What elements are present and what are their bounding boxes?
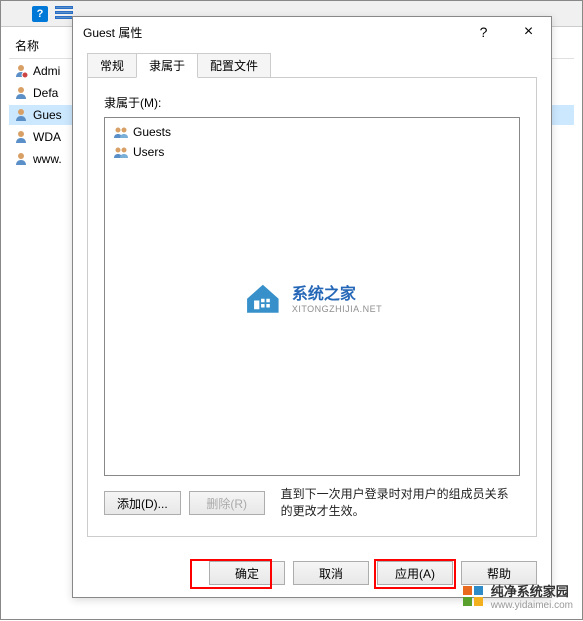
watermark-title: 系统之家 bbox=[292, 280, 382, 304]
tab-panel-memberof: 隶属于(M): Guests Users bbox=[87, 77, 537, 537]
hint-text: 直到下一次用户登录时对用户的组成员关系的更改才生效。 bbox=[281, 486, 520, 520]
group-icon bbox=[113, 144, 129, 160]
tab-general[interactable]: 常规 bbox=[87, 53, 137, 77]
list-view-icon bbox=[55, 6, 73, 22]
ok-button[interactable]: 确定 bbox=[209, 561, 285, 585]
tab-profile[interactable]: 配置文件 bbox=[197, 53, 271, 77]
puzzle-icon bbox=[461, 584, 485, 608]
dialog-body: 常规 隶属于 配置文件 隶属于(M): Guests Users bbox=[73, 47, 551, 549]
user-icon bbox=[13, 63, 29, 79]
properties-dialog: Guest 属性 ? × 常规 隶属于 配置文件 隶属于(M): Guests bbox=[72, 16, 552, 598]
house-icon bbox=[242, 276, 284, 318]
list-item-label: Defa bbox=[33, 86, 58, 100]
remove-button[interactable]: 删除(R) bbox=[189, 491, 265, 515]
user-icon bbox=[13, 129, 29, 145]
watermark-footer-subtitle: www.yidaimei.com bbox=[491, 600, 573, 611]
watermark-center: 系统之家 XITONGZHIJIA.NET bbox=[242, 276, 382, 318]
help-button[interactable]: ? bbox=[29, 3, 51, 25]
dialog-help-button[interactable]: ? bbox=[461, 17, 506, 47]
watermark-footer: 纯净系统家园 www.yidaimei.com bbox=[461, 581, 573, 611]
watermark-footer-title: 纯净系统家园 bbox=[491, 581, 573, 600]
apply-button[interactable]: 应用(A) bbox=[377, 561, 453, 585]
tab-memberof[interactable]: 隶属于 bbox=[136, 53, 198, 78]
dialog-close-button[interactable]: × bbox=[506, 17, 551, 47]
user-icon bbox=[13, 107, 29, 123]
tab-strip: 常规 隶属于 配置文件 bbox=[87, 53, 537, 77]
member-name: Users bbox=[133, 145, 164, 159]
back-button[interactable] bbox=[5, 3, 27, 25]
list-item-label: WDA bbox=[33, 130, 61, 144]
user-icon bbox=[13, 85, 29, 101]
user-icon bbox=[13, 151, 29, 167]
watermark-subtitle: XITONGZHIJIA.NET bbox=[292, 304, 382, 314]
list-item-label: Admi bbox=[33, 64, 60, 78]
memberof-label: 隶属于(M): bbox=[104, 94, 520, 111]
help-icon: ? bbox=[32, 6, 48, 22]
dialog-title: Guest 属性 bbox=[83, 24, 461, 41]
member-item[interactable]: Guests bbox=[109, 122, 515, 142]
close-icon: × bbox=[524, 23, 533, 41]
list-item-label: Gues bbox=[33, 108, 62, 122]
add-button[interactable]: 添加(D)... bbox=[104, 491, 181, 515]
memberof-buttons: 添加(D)... 删除(R) 直到下一次用户登录时对用户的组成员关系的更改才生效… bbox=[104, 486, 520, 520]
list-item-label: www. bbox=[33, 152, 62, 166]
cancel-button[interactable]: 取消 bbox=[293, 561, 369, 585]
memberof-list[interactable]: Guests Users bbox=[104, 117, 520, 476]
group-icon bbox=[113, 124, 129, 140]
member-item[interactable]: Users bbox=[109, 142, 515, 162]
member-name: Guests bbox=[133, 125, 171, 139]
question-icon: ? bbox=[480, 24, 488, 40]
dialog-titlebar[interactable]: Guest 属性 ? × bbox=[73, 17, 551, 47]
